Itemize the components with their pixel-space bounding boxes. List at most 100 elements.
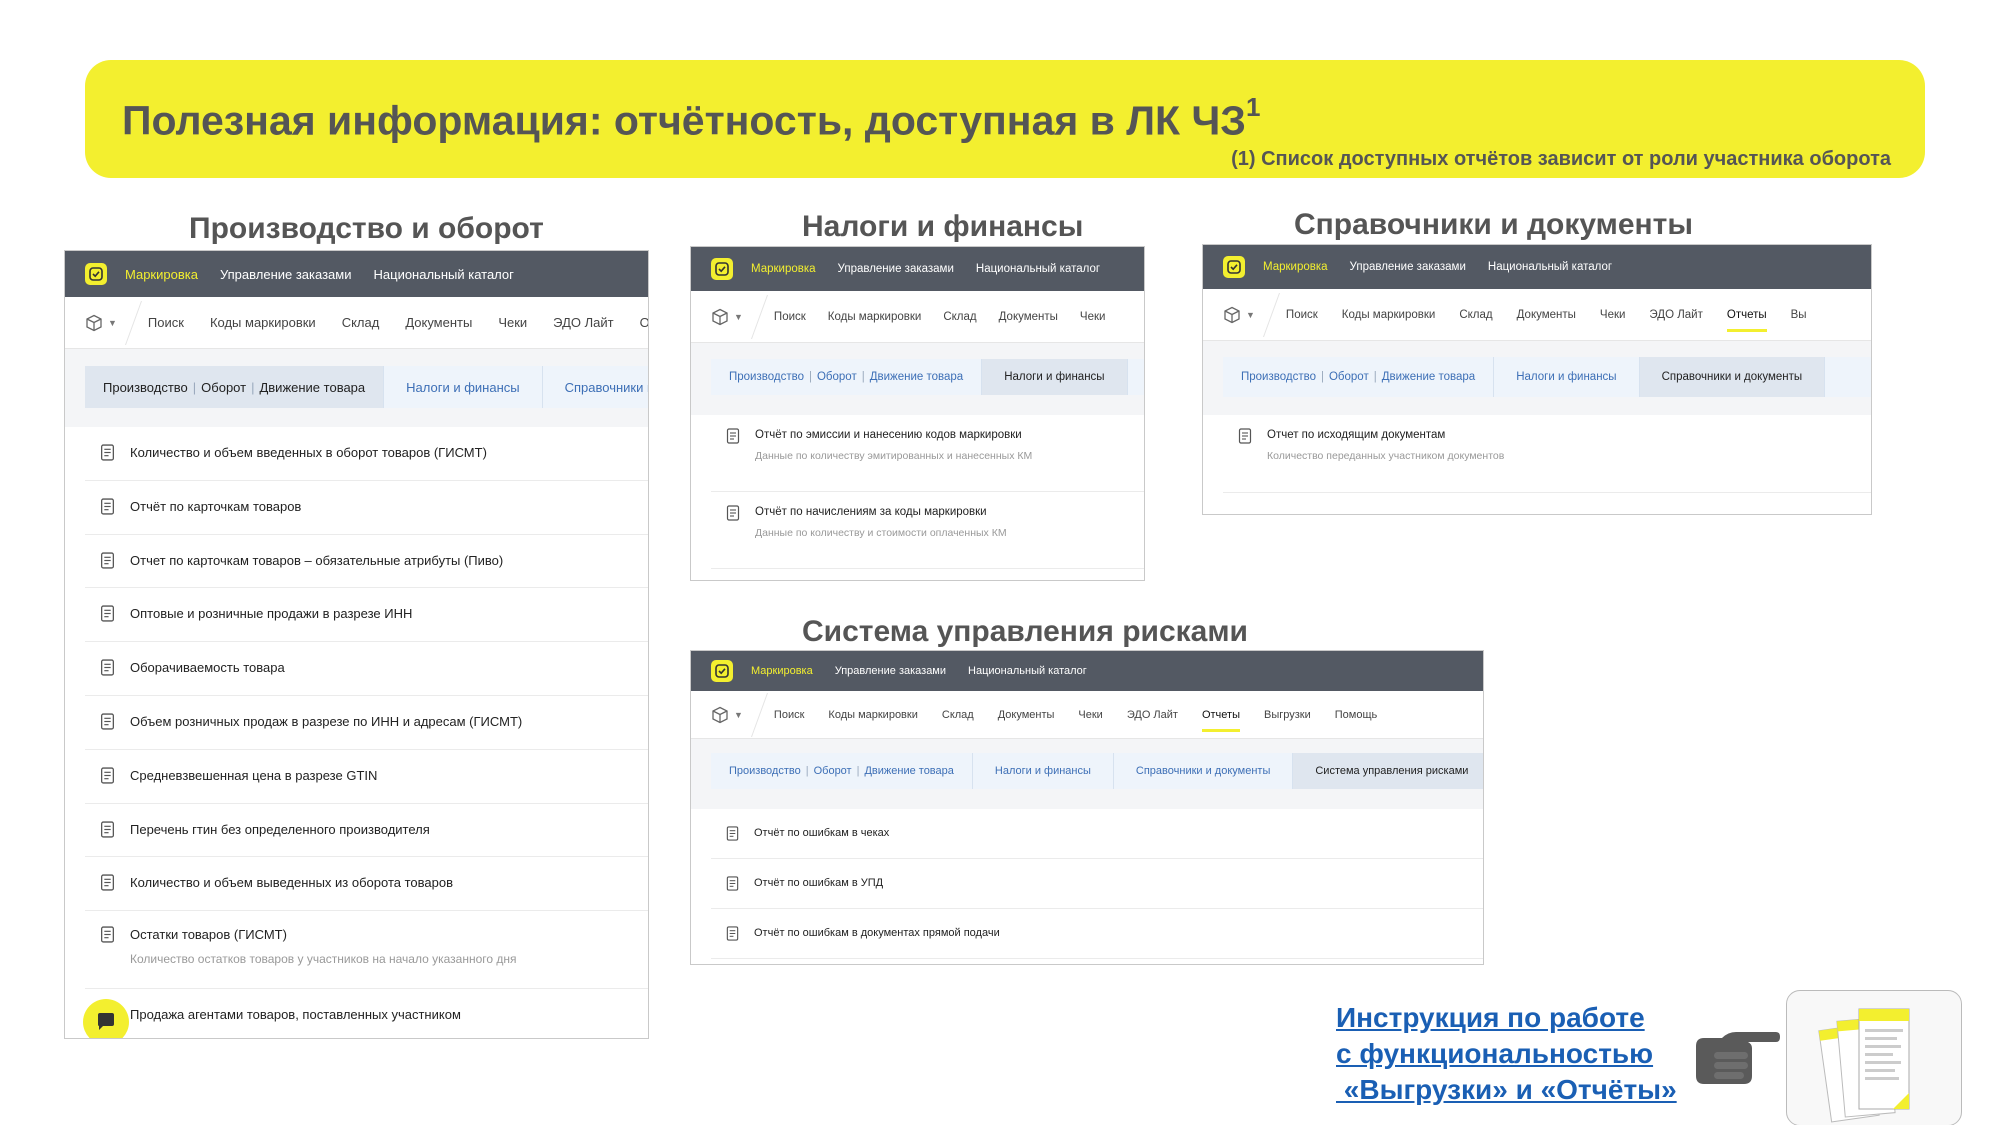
nav-item[interactable]: Вы <box>1791 309 1807 321</box>
report-title: Количество и объем введенных в оборот то… <box>130 445 487 460</box>
nav-item[interactable]: Коды маркировки <box>210 315 316 330</box>
top-nav-item[interactable]: Управление заказами <box>838 263 954 275</box>
report-text: Средневзвешенная цена в разрезе GTIN <box>130 768 377 783</box>
instruction-link[interactable]: Инструкция по работе с функциональностью… <box>1336 1000 1677 1108</box>
nav-item[interactable]: Чеки <box>1600 309 1626 321</box>
chestny-znak-logo-icon[interactable] <box>711 660 733 682</box>
section-title-taxes: Налоги и финансы <box>802 210 1084 243</box>
report-row[interactable]: Отчет по исходящим документам Количество … <box>1223 415 1871 493</box>
report-row[interactable]: Отчёт по ошибкам в УПД <box>711 859 1483 909</box>
nav-item[interactable]: Чеки <box>498 315 527 330</box>
tab-item[interactable]: Налоги и финансы <box>1494 357 1640 397</box>
report-row[interactable]: Отчёт по карточкам товаров <box>85 481 648 535</box>
product-group-icon[interactable] <box>85 314 103 332</box>
instruction-link-line-1: Инструкция по работе <box>1336 1002 1645 1033</box>
top-nav-item[interactable]: Управление заказами <box>1350 261 1466 273</box>
nav-item[interactable]: Помощь <box>1335 709 1378 721</box>
top-nav-item[interactable]: Маркировка <box>1263 261 1328 273</box>
footnote-marker: 1 <box>1245 92 1261 122</box>
nav-item[interactable]: ЭДО Лайт <box>1127 709 1178 721</box>
nav-item[interactable]: Чеки <box>1080 311 1106 323</box>
top-nav-item[interactable]: Национальный каталог <box>976 263 1100 275</box>
product-group-icon[interactable] <box>711 706 729 724</box>
document-icon <box>99 552 116 574</box>
nav-item[interactable]: Выгрузки <box>1264 709 1311 721</box>
tab-item[interactable]: Справочники и доку <box>543 366 648 408</box>
report-list: Отчёт по ошибкам в чеках Отчёт по ошибкам… <box>711 809 1483 964</box>
nav-item[interactable]: Поиск <box>148 315 184 330</box>
report-row[interactable]: Продажа агентами товаров, поставленных у… <box>85 989 648 1038</box>
nav-item[interactable]: Отч <box>640 315 648 330</box>
tab-item[interactable]: Налоги и финансы <box>384 366 543 408</box>
nav-item[interactable]: Коды маркировки <box>828 311 922 323</box>
nav-item[interactable]: Коды маркировки <box>828 709 917 721</box>
top-nav-item[interactable]: Маркировка <box>751 263 816 275</box>
chestny-znak-logo-icon[interactable] <box>1223 256 1245 278</box>
report-row[interactable]: Оптовые и розничные продажи в разрезе ИН… <box>85 588 648 643</box>
chat-button[interactable] <box>83 999 129 1038</box>
report-row[interactable]: Отчет по карточкам товаров – обязательны… <box>85 535 648 589</box>
report-row[interactable]: Остатки товаров (ГИСМТ) Количество остатк… <box>85 911 648 990</box>
report-row[interactable]: Отчёт по ошибкам в чеках <box>711 809 1483 859</box>
nav-item[interactable]: Склад <box>942 709 974 721</box>
top-nav-item[interactable]: Маркировка <box>125 267 198 282</box>
tab-separator: | <box>192 379 197 395</box>
product-group-icon[interactable] <box>1223 306 1241 324</box>
section-title-production: Производство и оборот <box>189 212 544 245</box>
nav-item[interactable]: Поиск <box>774 709 804 721</box>
top-nav-item[interactable]: Управление заказами <box>835 665 946 677</box>
nav-item[interactable]: Склад <box>943 311 976 323</box>
instruction-thumbnail[interactable] <box>1786 990 1962 1125</box>
nav-item[interactable]: ЭДО Лайт <box>553 315 613 330</box>
nav-item[interactable]: Документы <box>999 311 1058 323</box>
report-text: Количество и объем выведенных из оборота… <box>130 875 453 890</box>
tab-item[interactable]: Система управления рисками <box>1293 753 1483 789</box>
tab-production[interactable]: Производство | Оборот | Движение товара <box>711 359 983 395</box>
report-row[interactable]: Оборачиваемость товара <box>85 642 648 696</box>
nav-item[interactable]: Поиск <box>774 311 806 323</box>
tab-item[interactable]: Налоги и финансы <box>973 753 1114 789</box>
nav-item[interactable]: Документы <box>1517 309 1576 321</box>
report-tabs: Производство | Оборот | Движение товара Налог… <box>1223 357 1871 397</box>
caret-down-icon[interactable]: ▼ <box>734 312 743 322</box>
tab-production[interactable]: Производство | Оборот | Движение товара <box>711 753 973 789</box>
top-nav-item[interactable]: Национальный каталог <box>968 665 1087 677</box>
nav-item[interactable]: Отчеты <box>1201 709 1241 732</box>
report-tabs: Производство | Оборот | Движение товара Налог… <box>85 366 648 408</box>
report-row[interactable]: Объем розничных продаж в разрезе по ИНН … <box>85 696 648 750</box>
report-row[interactable]: Перечень гтин без определенного производ… <box>85 804 648 858</box>
nav-item[interactable]: Коды маркировки <box>1342 309 1436 321</box>
report-row[interactable]: Отчёт по начислениям за коды маркировки Д… <box>711 492 1144 569</box>
nav-divider <box>750 294 768 339</box>
top-nav-item[interactable]: Управление заказами <box>220 267 352 282</box>
report-row[interactable]: Отчёт по эмиссии и нанесению кодов марки… <box>711 415 1144 492</box>
tab-item[interactable]: Справочники и документы <box>1639 357 1826 397</box>
top-nav-item[interactable]: Национальный каталог <box>1488 261 1612 273</box>
caret-down-icon[interactable]: ▼ <box>1246 310 1255 320</box>
report-row[interactable]: Средневзвешенная цена в разрезе GTIN <box>85 750 648 804</box>
top-nav-item[interactable]: Национальный каталог <box>374 267 514 282</box>
nav-item[interactable]: Склад <box>342 315 380 330</box>
tab-item[interactable]: Справочники и документы <box>1114 753 1294 789</box>
nav-item[interactable]: Отчеты <box>1726 309 1767 332</box>
chestny-znak-logo-icon[interactable] <box>711 258 733 280</box>
tab-production[interactable]: Производство | Оборот | Движение товара <box>1223 357 1495 397</box>
document-icon <box>99 498 116 520</box>
chestny-znak-logo-icon[interactable] <box>85 263 107 285</box>
report-row[interactable]: Количество и объем выведенных из оборота… <box>85 857 648 912</box>
product-group-icon[interactable] <box>711 308 729 326</box>
report-row[interactable]: Отчёт по ошибкам в документах прямой под… <box>711 909 1483 959</box>
tab-item[interactable]: Налоги и финансы <box>982 359 1128 395</box>
nav-item[interactable]: ЭДО Лайт <box>1649 309 1702 321</box>
nav-item[interactable]: Чеки <box>1078 709 1102 721</box>
report-row[interactable]: Количество и объем введенных в оборот то… <box>85 427 648 481</box>
caret-down-icon[interactable]: ▼ <box>734 710 743 720</box>
top-nav-item[interactable]: Маркировка <box>751 665 813 677</box>
nav-item[interactable]: Документы <box>405 315 472 330</box>
tab-production[interactable]: Производство | Оборот | Движение товара <box>85 366 385 408</box>
nav-item[interactable]: Поиск <box>1286 309 1318 321</box>
caret-down-icon[interactable]: ▼ <box>108 318 117 328</box>
report-title: Отчёт по карточкам товаров <box>130 498 302 514</box>
nav-item[interactable]: Склад <box>1459 309 1492 321</box>
nav-item[interactable]: Документы <box>998 709 1055 721</box>
